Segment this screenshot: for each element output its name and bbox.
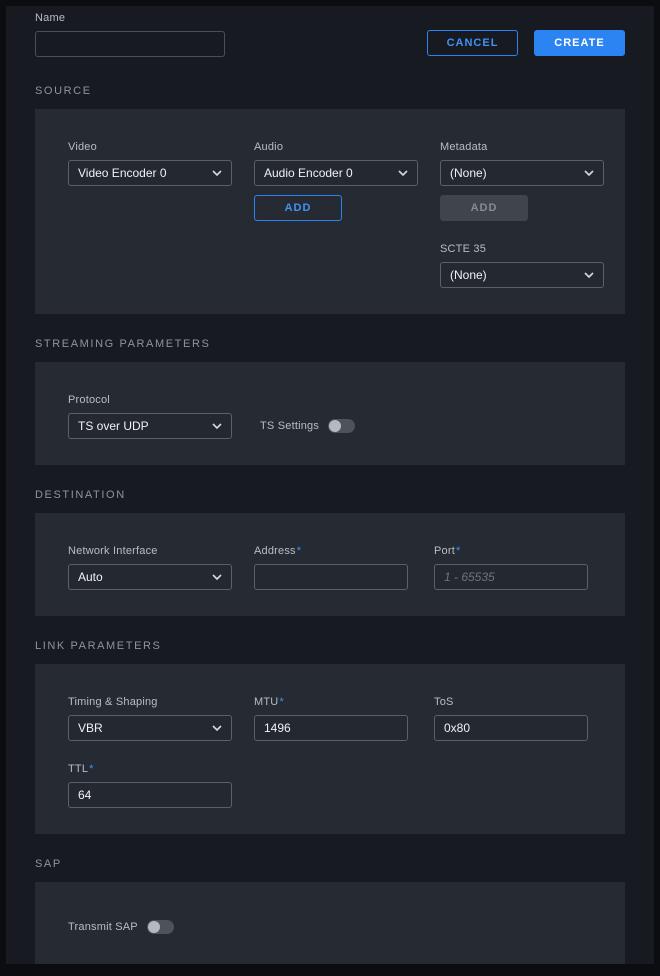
sap-section: SAP Transmit SAP	[35, 858, 625, 964]
network-interface-select-value: Auto	[78, 570, 103, 584]
mtu-input[interactable]	[254, 715, 408, 741]
streaming-section-title: STREAMING PARAMETERS	[35, 338, 625, 350]
streaming-section: STREAMING PARAMETERS Protocol TS over UD…	[35, 338, 625, 465]
link-parameters-section: LINK PARAMETERS Timing & Shaping VBR MTU…	[35, 640, 625, 834]
required-asterisk: *	[279, 696, 283, 708]
protocol-label: Protocol	[68, 394, 238, 406]
chevron-down-icon	[584, 170, 594, 176]
ttl-input[interactable]	[68, 782, 232, 808]
network-interface-select[interactable]: Auto	[68, 564, 232, 590]
ts-settings-group: TS Settings	[260, 413, 430, 439]
required-asterisk: *	[89, 763, 93, 775]
streaming-row: Protocol TS over UDP TS Settings	[68, 394, 592, 439]
address-input[interactable]	[254, 564, 408, 590]
address-field-group: Address*	[254, 545, 412, 590]
mtu-label: MTU*	[254, 696, 412, 708]
source-panel: Video Video Encoder 0 Audio Audio Encode…	[35, 109, 625, 314]
port-field-group: Port*	[434, 545, 592, 590]
audio-select[interactable]: Audio Encoder 0	[254, 160, 418, 186]
protocol-select[interactable]: TS over UDP	[68, 413, 232, 439]
required-asterisk: *	[297, 545, 301, 557]
tos-label: ToS	[434, 696, 592, 708]
audio-field-group: Audio Audio Encoder 0 ADD	[254, 141, 418, 288]
chevron-down-icon	[212, 170, 222, 176]
scte35-field-group: SCTE 35 (None)	[440, 243, 604, 288]
cancel-button[interactable]: CANCEL	[427, 30, 518, 56]
source-section-title: SOURCE	[35, 85, 625, 97]
form-actions: CANCEL CREATE	[427, 30, 625, 56]
ts-settings-toggle[interactable]	[328, 419, 355, 433]
video-label: Video	[68, 141, 232, 153]
network-interface-field-group: Network Interface Auto	[68, 545, 232, 590]
link-parameters-row-1: Timing & Shaping VBR MTU* ToS	[68, 696, 592, 741]
video-field-group: Video Video Encoder 0	[68, 141, 232, 288]
metadata-select-value: (None)	[450, 166, 487, 180]
required-asterisk: *	[456, 545, 460, 557]
video-select[interactable]: Video Encoder 0	[68, 160, 232, 186]
toggle-knob	[148, 921, 160, 933]
name-label: Name	[35, 12, 225, 24]
transmit-sap-label: Transmit SAP	[68, 921, 138, 933]
video-select-value: Video Encoder 0	[78, 166, 167, 180]
chevron-down-icon	[212, 725, 222, 731]
link-parameters-panel: Timing & Shaping VBR MTU* ToS	[35, 664, 625, 834]
scte35-select[interactable]: (None)	[440, 262, 604, 288]
address-label: Address*	[254, 545, 412, 557]
source-row: Video Video Encoder 0 Audio Audio Encode…	[68, 141, 592, 288]
ts-settings-label: TS Settings	[260, 420, 319, 432]
link-parameters-row-2: TTL*	[68, 763, 592, 808]
metadata-field-group: Metadata (None) ADD SCTE 35 (None)	[440, 141, 604, 288]
audio-label: Audio	[254, 141, 418, 153]
destination-row: Network Interface Auto Address* Port*	[68, 545, 592, 590]
port-input[interactable]	[434, 564, 588, 590]
protocol-select-value: TS over UDP	[78, 419, 149, 433]
mtu-field-group: MTU*	[254, 696, 412, 741]
name-input[interactable]	[35, 31, 225, 57]
port-label: Port*	[434, 545, 592, 557]
toggle-knob	[329, 420, 341, 432]
link-parameters-section-title: LINK PARAMETERS	[35, 640, 625, 652]
transmit-sap-group: Transmit SAP	[68, 914, 592, 940]
metadata-label: Metadata	[440, 141, 604, 153]
chevron-down-icon	[398, 170, 408, 176]
ttl-label: TTL*	[68, 763, 238, 775]
destination-section-title: DESTINATION	[35, 489, 625, 501]
destination-panel: Network Interface Auto Address* Port*	[35, 513, 625, 616]
tos-input[interactable]	[434, 715, 588, 741]
timing-shaping-select[interactable]: VBR	[68, 715, 232, 741]
create-stream-form: Name CANCEL CREATE SOURCE Video Video En…	[6, 6, 654, 964]
ttl-field-group: TTL*	[68, 763, 238, 808]
destination-section: DESTINATION Network Interface Auto Addre…	[35, 489, 625, 616]
streaming-panel: Protocol TS over UDP TS Settings	[35, 362, 625, 465]
timing-shaping-label: Timing & Shaping	[68, 696, 232, 708]
timing-shaping-field-group: Timing & Shaping VBR	[68, 696, 232, 741]
chevron-down-icon	[584, 272, 594, 278]
name-field-group: Name	[35, 12, 225, 57]
sap-section-title: SAP	[35, 858, 625, 870]
protocol-field-group: Protocol TS over UDP	[68, 394, 238, 439]
add-audio-button[interactable]: ADD	[254, 195, 342, 221]
audio-select-value: Audio Encoder 0	[264, 166, 353, 180]
chevron-down-icon	[212, 423, 222, 429]
network-interface-label: Network Interface	[68, 545, 232, 557]
transmit-sap-toggle[interactable]	[147, 920, 174, 934]
scte35-select-value: (None)	[450, 268, 487, 282]
source-section: SOURCE Video Video Encoder 0 Audio Audio	[35, 85, 625, 314]
timing-shaping-select-value: VBR	[78, 721, 103, 735]
metadata-select[interactable]: (None)	[440, 160, 604, 186]
form-header: Name CANCEL CREATE	[35, 12, 625, 57]
sap-panel: Transmit SAP	[35, 882, 625, 964]
chevron-down-icon	[212, 574, 222, 580]
tos-field-group: ToS	[434, 696, 592, 741]
scte35-label: SCTE 35	[440, 243, 604, 255]
add-metadata-button: ADD	[440, 195, 528, 221]
create-button[interactable]: CREATE	[534, 30, 625, 56]
